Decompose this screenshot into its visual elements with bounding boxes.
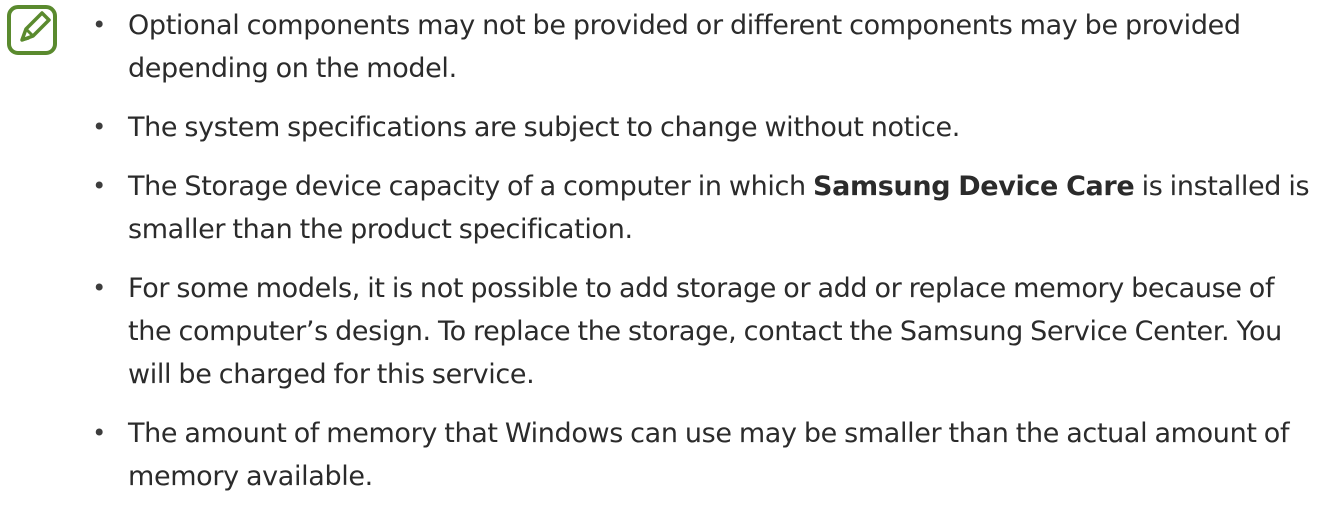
- note-item: • Optional components may not be provide…: [88, 4, 1318, 90]
- note-text: For some models, it is not possible to a…: [128, 273, 1282, 390]
- bullet: •: [92, 11, 106, 39]
- note-item: • The Storage device capacity of a compu…: [88, 165, 1318, 251]
- bullet: •: [92, 113, 106, 141]
- bullet: •: [92, 419, 106, 447]
- note-text-before: The Storage device capacity of a compute…: [128, 171, 813, 202]
- note-item: • The amount of memory that Windows can …: [88, 412, 1318, 498]
- note-text: The amount of memory that Windows can us…: [128, 418, 1290, 492]
- note-text: The Storage device capacity of a compute…: [128, 171, 1310, 245]
- notes-list: • Optional components may not be provide…: [88, 4, 1318, 498]
- note-item: • For some models, it is not possible to…: [88, 267, 1318, 396]
- note-pencil-icon: [7, 5, 57, 55]
- note-text: The system specifications are subject to…: [128, 112, 961, 143]
- note-text: Optional components may not be provided …: [128, 10, 1241, 84]
- app-name: Samsung Device Care: [812, 171, 1135, 202]
- bullet: •: [92, 274, 106, 302]
- bullet: •: [92, 172, 106, 200]
- note-item: • The system specifications are subject …: [88, 106, 1318, 149]
